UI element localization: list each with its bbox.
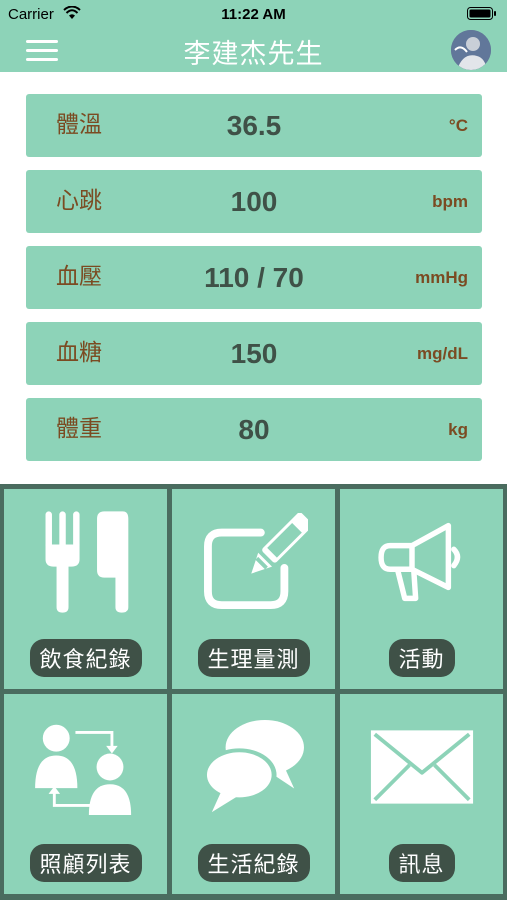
vital-unit: bpm	[432, 192, 468, 211]
vital-row-heart-rate[interactable]: 心跳 100 bpm	[26, 170, 482, 233]
tile-label: 訊息	[388, 844, 455, 882]
vital-row-blood-pressure[interactable]: 血壓 110 / 70 mmHg	[26, 246, 482, 309]
vital-unit: mmHg	[415, 268, 468, 287]
vital-unit: mg/dL	[417, 344, 468, 363]
avatar[interactable]	[451, 30, 491, 70]
tile-messages[interactable]: 訊息	[340, 694, 503, 894]
vital-value: 150	[230, 338, 278, 369]
avatar-photo-icon	[451, 30, 491, 70]
tile-life-record[interactable]: 生活紀錄	[172, 694, 335, 894]
envelope-icon	[370, 730, 473, 804]
tile-activity[interactable]: 活動	[340, 489, 503, 689]
vital-value: 100	[230, 186, 278, 217]
tile-label: 活動	[388, 639, 455, 677]
feature-grid: 飲食紀錄 生理量測 活動 照顧列表 生活紀錄 訊息	[0, 484, 507, 900]
edit-icon	[203, 513, 308, 610]
tile-label: 生活紀錄	[197, 844, 310, 882]
tile-measurement[interactable]: 生理量測	[172, 489, 335, 689]
vital-unit: °C	[448, 116, 468, 135]
users-exchange-icon	[34, 724, 131, 815]
status-bar: Carrier 11:22 AM	[0, 0, 507, 28]
vital-unit: kg	[448, 420, 468, 439]
chat-bubbles-icon	[201, 719, 304, 813]
megaphone-icon	[377, 522, 460, 602]
vitals-list: 體溫 36.5 °C 心跳 100 bpm 血壓 110 / 70 mmHg 血…	[26, 94, 482, 474]
vital-row-temperature[interactable]: 體溫 36.5 °C	[26, 94, 482, 157]
tile-label: 生理量測	[197, 639, 310, 677]
battery-icon	[467, 7, 496, 20]
vital-value: 80	[238, 414, 270, 445]
header: Carrier 11:22 AM 李建杰先生	[0, 0, 507, 72]
utensils-icon	[45, 511, 128, 613]
tile-label: 飲食紀錄	[29, 639, 142, 677]
tile-label: 照顧列表	[29, 844, 142, 882]
tile-diet-record[interactable]: 飲食紀錄	[4, 489, 167, 689]
page-title: 李建杰先生	[183, 39, 324, 70]
vital-row-weight[interactable]: 體重 80 kg	[26, 398, 482, 461]
vital-value: 110 / 70	[204, 262, 304, 293]
vital-row-blood-sugar[interactable]: 血糖 150 mg/dL	[26, 322, 482, 385]
clock: 11:22 AM	[221, 6, 286, 23]
tile-care-list[interactable]: 照顧列表	[4, 694, 167, 894]
vital-value: 36.5	[226, 110, 282, 141]
